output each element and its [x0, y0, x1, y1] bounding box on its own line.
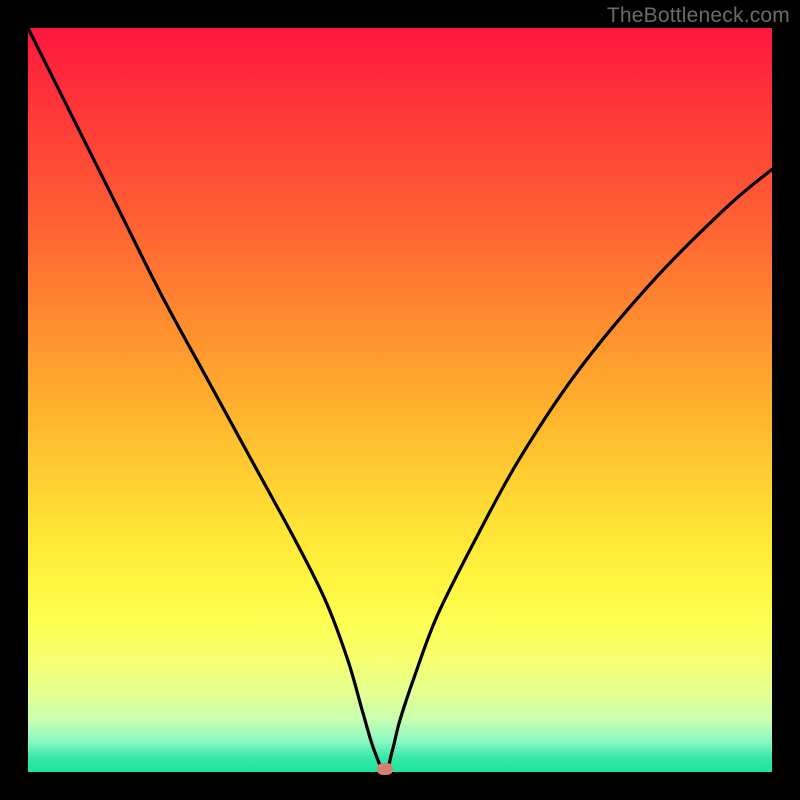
optimal-point-marker — [377, 763, 393, 775]
plot-area — [28, 28, 772, 772]
watermark-text: TheBottleneck.com — [607, 4, 790, 28]
bottleneck-curve — [28, 28, 772, 772]
chart-frame: TheBottleneck.com — [0, 0, 800, 800]
